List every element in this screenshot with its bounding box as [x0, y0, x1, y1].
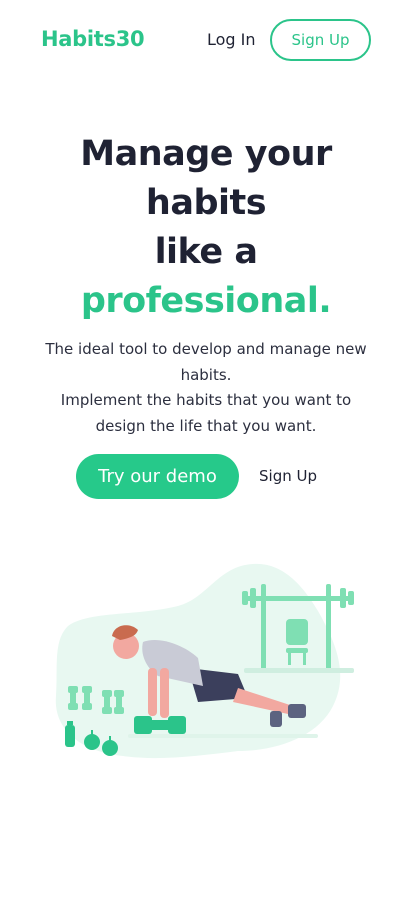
hero-signup-link[interactable]: Sign Up — [259, 467, 317, 485]
workout-pushup-illustration — [55, 563, 354, 759]
ground-line — [128, 734, 318, 738]
hero-subtitle-line-2: habits. — [180, 365, 232, 384]
hero-title-line-3: like a — [154, 232, 258, 272]
hero-subtitle-line-4: design the life that you want. — [95, 416, 317, 435]
top-nav: Habits30 Log In Sign Up — [0, 0, 412, 82]
signup-button[interactable]: Sign Up — [270, 19, 371, 61]
try-demo-button[interactable]: Try our demo — [76, 454, 239, 499]
app-logo[interactable]: Habits30 — [41, 27, 145, 51]
hero-title: Manage your habits like a professional. — [0, 130, 412, 326]
hero-title-accent: professional. — [80, 281, 332, 321]
hero-subtitle: The ideal tool to develop and manage new… — [40, 337, 372, 439]
login-link[interactable]: Log In — [207, 30, 256, 49]
hero-subtitle-line-1: The ideal tool to develop and manage new — [45, 340, 367, 358]
hero-title-line-2: habits — [145, 183, 267, 223]
hero-subtitle-line-3: Implement the habits that you want to — [60, 391, 352, 409]
hero-title-line-1: Manage your — [80, 134, 332, 174]
